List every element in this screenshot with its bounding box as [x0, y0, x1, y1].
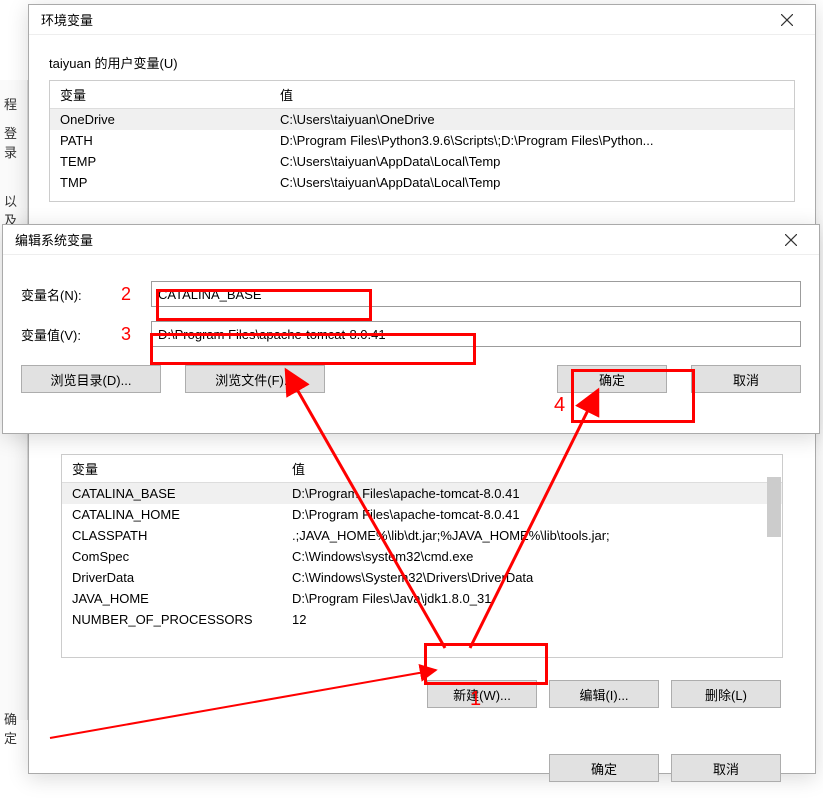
var-name-label: 变量名(N): — [21, 285, 101, 304]
system-vars-table[interactable]: 变量 值 CATALINA_BASED:\Program Files\apach… — [61, 454, 783, 658]
table-row[interactable]: ComSpecC:\Windows\system32\cmd.exe — [62, 546, 782, 567]
edit-cancel-button[interactable]: 取消 — [691, 365, 801, 393]
edit-dialog-titlebar: 编辑系统变量 — [3, 225, 819, 255]
table-row[interactable]: NUMBER_OF_PROCESSORS12 — [62, 609, 782, 630]
user-col-value[interactable]: 值 — [270, 81, 794, 109]
env-dialog-title: 环境变量 — [41, 10, 93, 29]
table-row[interactable]: CLASSPATH.;JAVA_HOME%\lib\dt.jar;%JAVA_H… — [62, 525, 782, 546]
scrollbar-thumb[interactable] — [767, 477, 781, 537]
var-value-label: 变量值(V): — [21, 325, 101, 344]
edit-dialog-title: 编辑系统变量 — [15, 230, 93, 249]
delete-button[interactable]: 删除(L) — [671, 680, 781, 708]
table-row[interactable]: PATHD:\Program Files\Python3.9.6\Scripts… — [50, 130, 794, 151]
annotation-number-2: 2 — [101, 284, 151, 305]
cancel-button[interactable]: 取消 — [671, 754, 781, 782]
table-row[interactable]: OneDriveC:\Users\taiyuan\OneDrive — [50, 109, 794, 131]
table-row[interactable]: DriverDataC:\Windows\System32\Drivers\Dr… — [62, 567, 782, 588]
edit-button[interactable]: 编辑(I)... — [549, 680, 659, 708]
table-row[interactable]: CATALINA_HOMED:\Program Files\apache-tom… — [62, 504, 782, 525]
new-button[interactable]: 新建(W)... — [427, 680, 537, 708]
sys-col-variable[interactable]: 变量 — [62, 455, 282, 483]
user-col-variable[interactable]: 变量 — [50, 81, 270, 109]
env-dialog-footer-buttons: 确定 取消 — [29, 750, 815, 798]
var-value-row: 变量值(V): 3 — [21, 321, 801, 347]
ok-button[interactable]: 确定 — [549, 754, 659, 782]
table-row[interactable]: CATALINA_BASED:\Program Files\apache-tom… — [62, 483, 782, 505]
edit-var-dialog: 编辑系统变量 变量名(N): 2 变量值(V): 3 浏览目录(D)... 浏览… — [2, 224, 820, 434]
var-name-input[interactable] — [151, 281, 801, 307]
var-value-input[interactable] — [151, 321, 801, 347]
table-row[interactable]: TMPC:\Users\taiyuan\AppData\Local\Temp — [50, 172, 794, 193]
browse-dir-button[interactable]: 浏览目录(D)... — [21, 365, 161, 393]
system-vars-buttons: 新建(W)... 编辑(I)... 删除(L) — [29, 676, 815, 724]
close-icon[interactable] — [767, 5, 807, 35]
var-name-row: 变量名(N): 2 — [21, 281, 801, 307]
browse-file-button[interactable]: 浏览文件(F)... — [185, 365, 325, 393]
table-row[interactable]: JAVA_HOMED:\Program Files\Java\jdk1.8.0_… — [62, 588, 782, 609]
env-dialog-titlebar: 环境变量 — [29, 5, 815, 35]
annotation-number-3: 3 — [101, 324, 151, 345]
edit-ok-button[interactable]: 确定 — [557, 365, 667, 393]
table-row[interactable]: TEMPC:\Users\taiyuan\AppData\Local\Temp — [50, 151, 794, 172]
sys-col-value[interactable]: 值 — [282, 455, 782, 483]
user-vars-table[interactable]: 变量 值 OneDriveC:\Users\taiyuan\OneDrive P… — [49, 80, 795, 202]
edit-dialog-buttons: 浏览目录(D)... 浏览文件(F)... 确定 取消 — [3, 361, 819, 409]
close-icon[interactable] — [771, 225, 811, 255]
user-vars-group-label: taiyuan 的用户变量(U) — [49, 53, 815, 72]
